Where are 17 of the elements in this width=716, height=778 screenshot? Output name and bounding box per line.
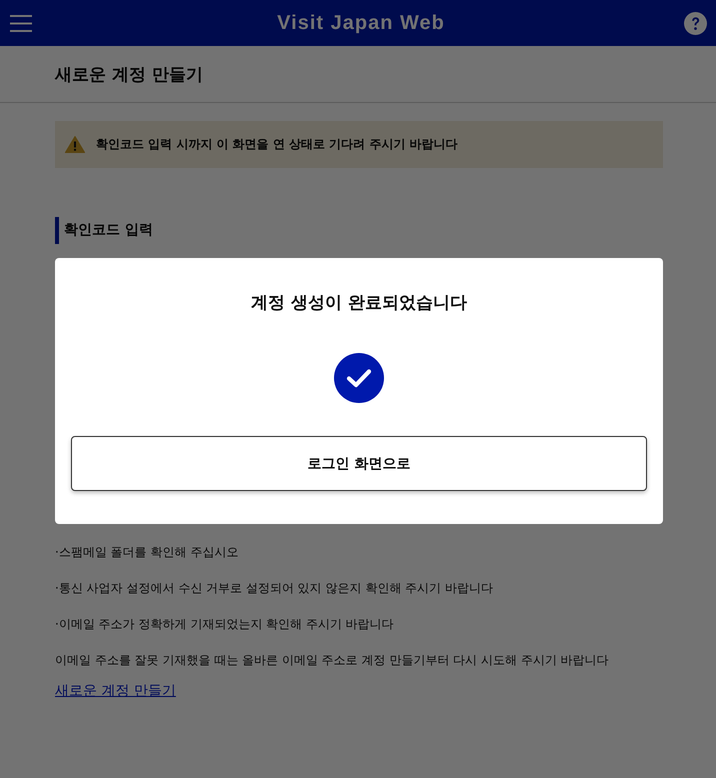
note-text: ·이메일 주소가 정확하게 기재되었는지 확인해 주시기 바랍니다 [55, 616, 394, 633]
dialog-title: 계정 생성이 완료되었습니다 [251, 292, 467, 315]
retry-note: 이메일 주소를 잘못 기재했을 때는 올바른 이메일 주소로 계정 만들기부터 다시 시도해 주시기 바랍니다 [55, 652, 609, 669]
site-title: Visit Japan Web [277, 12, 445, 34]
note-text: ·스팸메일 폴더를 확인해 주십시오 [55, 544, 238, 561]
page-title: 새로운 계정 만들기 [55, 64, 203, 86]
menu-button[interactable] [10, 14, 32, 32]
warning-icon [65, 136, 85, 153]
check-circle-icon [334, 353, 384, 403]
warning-text: 확인코드 입력 시까지 이 화면을 연 상태로 기다려 주시기 바랍니다 [96, 136, 458, 153]
create-account-link[interactable]: 새로운 계정 만들기 [55, 682, 176, 700]
help-button[interactable] [684, 12, 707, 34]
note-text: ·통신 사업자 설정에서 수신 거부로 설정되어 있지 않은지 확인해 주시기 바랍니다 [55, 580, 493, 597]
section-heading: 확인코드 입력 [55, 217, 153, 244]
help-icon [684, 12, 707, 34]
login-screen-button[interactable]: 로그인 화면으로 [71, 436, 647, 491]
menu-icon [10, 14, 32, 32]
